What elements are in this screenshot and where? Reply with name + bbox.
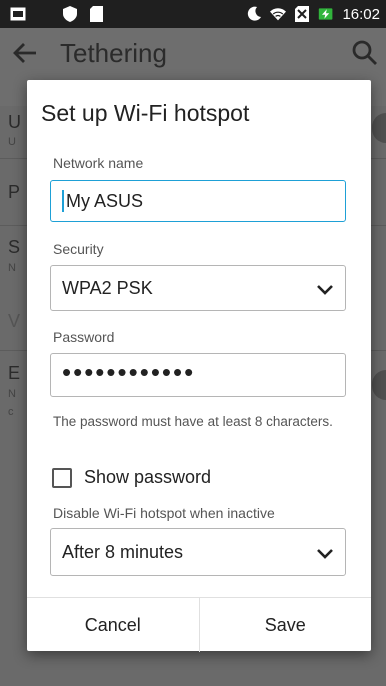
password-input[interactable]: •••••••••••• [50,353,346,397]
search-icon[interactable] [352,40,378,71]
bg-list-item-letter: U [8,112,21,132]
bg-list-item-letter: S [8,237,21,257]
sd-card-icon [88,6,104,22]
network-name-input[interactable]: My ASUS [50,180,346,222]
status-time: 16:02 [342,5,380,23]
call-icon [36,6,52,22]
dialog-title: Set up Wi-Fi hotspot [41,100,250,126]
shield-icon [62,6,78,22]
bg-list-item-subletter: N [8,262,16,274]
wifi-icon [270,6,287,22]
network-name-value: My ASUS [66,190,144,211]
chevron-down-icon [315,543,335,568]
show-password-checkbox[interactable] [52,467,72,488]
inactive-timeout-value: After 8 minutes [62,541,184,562]
bg-list-item-subletter: U [8,136,16,148]
show-password-label: Show password [84,467,212,487]
inactive-timeout-label: Disable Wi-Fi hotspot when inactive [53,505,275,521]
security-label: Security [53,241,104,257]
bg-list-item-subletter: N [8,388,16,400]
password-label: Password [53,329,115,345]
bg-list-item-letter: P [8,182,21,202]
dialog-button-bar: Cancel Save [27,597,371,652]
chevron-down-icon [315,279,335,304]
bg-list-item-subletter: c [8,406,14,418]
security-value: WPA2 PSK [62,277,153,298]
status-bar: 16:02 [0,0,386,28]
text-caret [62,190,64,212]
app-title: Tethering [60,38,167,68]
security-select[interactable]: WPA2 PSK [50,265,346,311]
no-sim-icon [294,6,310,22]
cancel-button[interactable]: Cancel [27,598,199,652]
password-value: •••••••••••• [62,357,196,387]
screen-cast-icon [10,6,26,22]
bg-list-item-letter: V [8,311,21,331]
bg-list-item-letter: E [8,363,21,383]
wifi-hotspot-dialog: Set up Wi-Fi hotspot Network name My ASU… [27,80,371,652]
back-arrow-icon[interactable] [12,40,38,72]
network-name-label: Network name [53,155,144,171]
moon-icon [246,6,262,22]
show-password-toggle[interactable]: Show password [52,467,211,488]
inactive-timeout-select[interactable]: After 8 minutes [50,528,346,576]
save-button[interactable]: Save [198,598,372,652]
password-hint: The password must have at least 8 charac… [53,414,333,429]
battery-charging-icon [318,6,334,22]
